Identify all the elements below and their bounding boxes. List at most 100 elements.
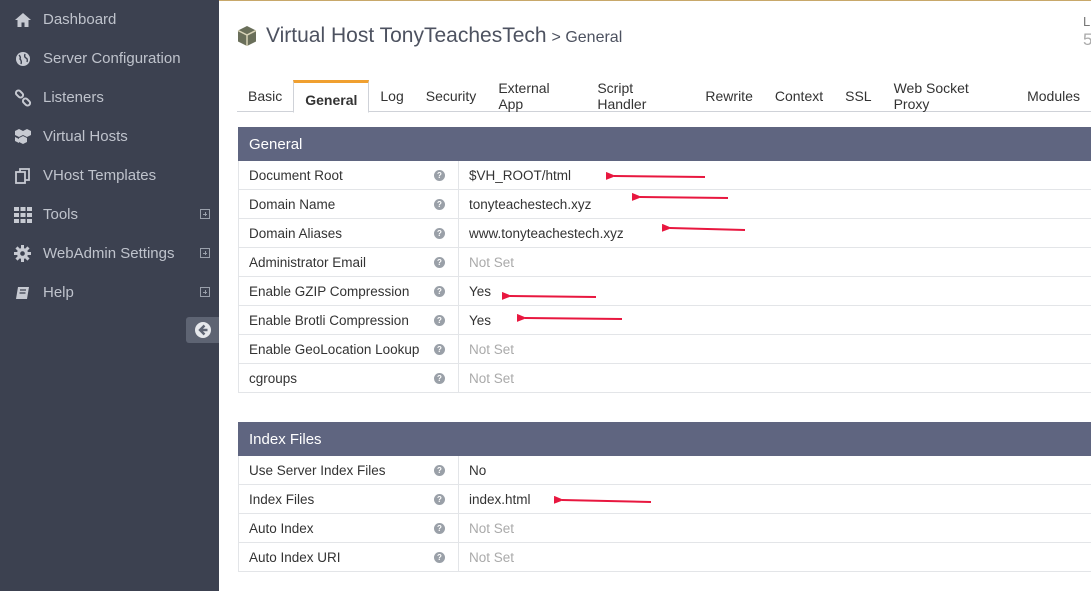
row-label: Domain Name?	[239, 190, 459, 218]
tab-ssl[interactable]: SSL	[834, 80, 882, 112]
help-icon[interactable]: ?	[434, 286, 445, 297]
sidebar-item-tools[interactable]: Tools	[0, 195, 219, 234]
globe-icon	[12, 50, 33, 68]
breadcrumb-current: > General	[551, 29, 623, 46]
tab-modules[interactable]: Modules	[1016, 80, 1091, 112]
row-label: Enable GZIP Compression?	[239, 277, 459, 305]
tab-script-handler[interactable]: Script Handler	[586, 80, 694, 112]
table-row[interactable]: Enable Brotli Compression? Yes	[238, 306, 1091, 335]
general-section: General Document Root? $VH_ROOT/html Dom…	[238, 127, 1091, 393]
row-label-text: Enable GeoLocation Lookup	[249, 341, 420, 357]
section-header[interactable]: Index Files	[238, 422, 1091, 456]
link-icon	[12, 88, 33, 107]
help-icon[interactable]: ?	[434, 344, 445, 355]
row-label-text: Administrator Email	[249, 254, 367, 270]
sidebar-item-server-configuration[interactable]: Server Configuration	[0, 39, 219, 78]
table-row[interactable]: Enable GZIP Compression? Yes	[238, 277, 1091, 306]
row-label-text: cgroups	[249, 370, 298, 386]
corner-label: L	[1083, 14, 1091, 29]
row-value: www.tonyteachestech.xyz	[469, 225, 624, 241]
row-value: tonyteachestech.xyz	[469, 196, 592, 212]
corner-value: 5	[1083, 30, 1091, 49]
book-icon	[12, 284, 33, 302]
cubes-icon	[12, 128, 33, 146]
sidebar-item-dashboard[interactable]: Dashboard	[0, 0, 219, 39]
tab-bar: Basic General Log Security External App …	[237, 80, 1091, 113]
collapse-sidebar-button[interactable]	[186, 317, 219, 343]
help-icon[interactable]: ?	[434, 523, 445, 534]
sidebar: Dashboard Server Configuration Listeners…	[0, 0, 219, 591]
expand-icon[interactable]	[200, 248, 210, 258]
row-label-text: Auto Index	[249, 520, 314, 536]
row-label: Enable GeoLocation Lookup?	[239, 335, 459, 363]
help-icon[interactable]: ?	[434, 199, 445, 210]
top-border	[219, 0, 1091, 1]
index-files-section: Index Files Use Server Index Files? No I…	[238, 422, 1091, 572]
table-row[interactable]: Enable GeoLocation Lookup? Not Set	[238, 335, 1091, 364]
tab-basic[interactable]: Basic	[237, 80, 293, 112]
tab-log[interactable]: Log	[369, 80, 414, 112]
sidebar-item-vhost-templates[interactable]: VHost Templates	[0, 156, 219, 195]
row-label-text: Enable Brotli Compression	[249, 312, 409, 328]
table-row[interactable]: Administrator Email? Not Set	[238, 248, 1091, 277]
help-icon[interactable]: ?	[434, 552, 445, 563]
row-label: Auto Index URI?	[239, 543, 459, 571]
table-row[interactable]: Document Root? $VH_ROOT/html	[238, 161, 1091, 190]
help-icon[interactable]: ?	[434, 257, 445, 268]
row-label: cgroups?	[239, 364, 459, 392]
row-value: Not Set	[469, 341, 515, 357]
row-label-text: Document Root	[249, 167, 343, 183]
row-value: index.html	[469, 491, 531, 507]
row-value: No	[469, 462, 487, 478]
table-row[interactable]: Use Server Index Files? No	[238, 456, 1091, 485]
sidebar-item-help[interactable]: Help	[0, 273, 219, 312]
gear-icon	[12, 245, 33, 263]
sidebar-item-virtual-hosts[interactable]: Virtual Hosts	[0, 117, 219, 156]
row-value: Yes	[469, 312, 492, 328]
row-value: Not Set	[469, 254, 515, 270]
help-icon[interactable]: ?	[434, 465, 445, 476]
tab-general[interactable]: General	[293, 80, 370, 113]
help-icon[interactable]: ?	[434, 373, 445, 384]
row-value: $VH_ROOT/html	[469, 167, 572, 183]
tab-external-app[interactable]: External App	[487, 80, 586, 112]
table-row[interactable]: cgroups? Not Set	[238, 364, 1091, 393]
tab-security[interactable]: Security	[415, 80, 488, 112]
section-header[interactable]: General	[238, 127, 1091, 161]
page-title-text: Virtual Host TonyTeachesTech	[266, 24, 547, 47]
sidebar-item-label: Server Configuration	[43, 50, 181, 67]
row-label: Index Files?	[239, 485, 459, 513]
tab-web-socket-proxy[interactable]: Web Socket Proxy	[883, 80, 1016, 112]
sidebar-item-label: Listeners	[43, 89, 104, 106]
row-label-text: Domain Name	[249, 196, 336, 212]
row-label-text: Index Files	[249, 491, 315, 507]
row-label-text: Domain Aliases	[249, 225, 343, 241]
row-label: Administrator Email?	[239, 248, 459, 276]
help-icon[interactable]: ?	[434, 170, 445, 181]
sidebar-item-label: Virtual Hosts	[43, 128, 128, 145]
grid-icon	[12, 206, 33, 224]
row-value: Not Set	[469, 520, 515, 536]
help-icon[interactable]: ?	[434, 315, 445, 326]
table-row[interactable]: Index Files? index.html	[238, 485, 1091, 514]
row-label: Auto Index?	[239, 514, 459, 542]
help-icon[interactable]: ?	[434, 228, 445, 239]
row-label-text: Auto Index URI	[249, 549, 341, 565]
row-value: Yes	[469, 283, 492, 299]
table-row[interactable]: Domain Aliases? www.tonyteachestech.xyz	[238, 219, 1091, 248]
page-title: Virtual Host TonyTeachesTech > General	[236, 24, 622, 48]
sidebar-item-listeners[interactable]: Listeners	[0, 78, 219, 117]
tab-rewrite[interactable]: Rewrite	[694, 80, 763, 112]
table-row[interactable]: Domain Name? tonyteachestech.xyz	[238, 190, 1091, 219]
row-value: Not Set	[469, 549, 515, 565]
tab-context[interactable]: Context	[764, 80, 834, 112]
table-row[interactable]: Auto Index? Not Set	[238, 514, 1091, 543]
expand-icon[interactable]	[200, 209, 210, 219]
cube-icon	[237, 26, 257, 46]
sidebar-item-webadmin-settings[interactable]: WebAdmin Settings	[0, 234, 219, 273]
arrow-left-circle-icon	[194, 322, 211, 338]
table-row[interactable]: Auto Index URI? Not Set	[238, 543, 1091, 572]
expand-icon[interactable]	[200, 287, 210, 297]
row-label: Enable Brotli Compression?	[239, 306, 459, 334]
help-icon[interactable]: ?	[434, 494, 445, 505]
